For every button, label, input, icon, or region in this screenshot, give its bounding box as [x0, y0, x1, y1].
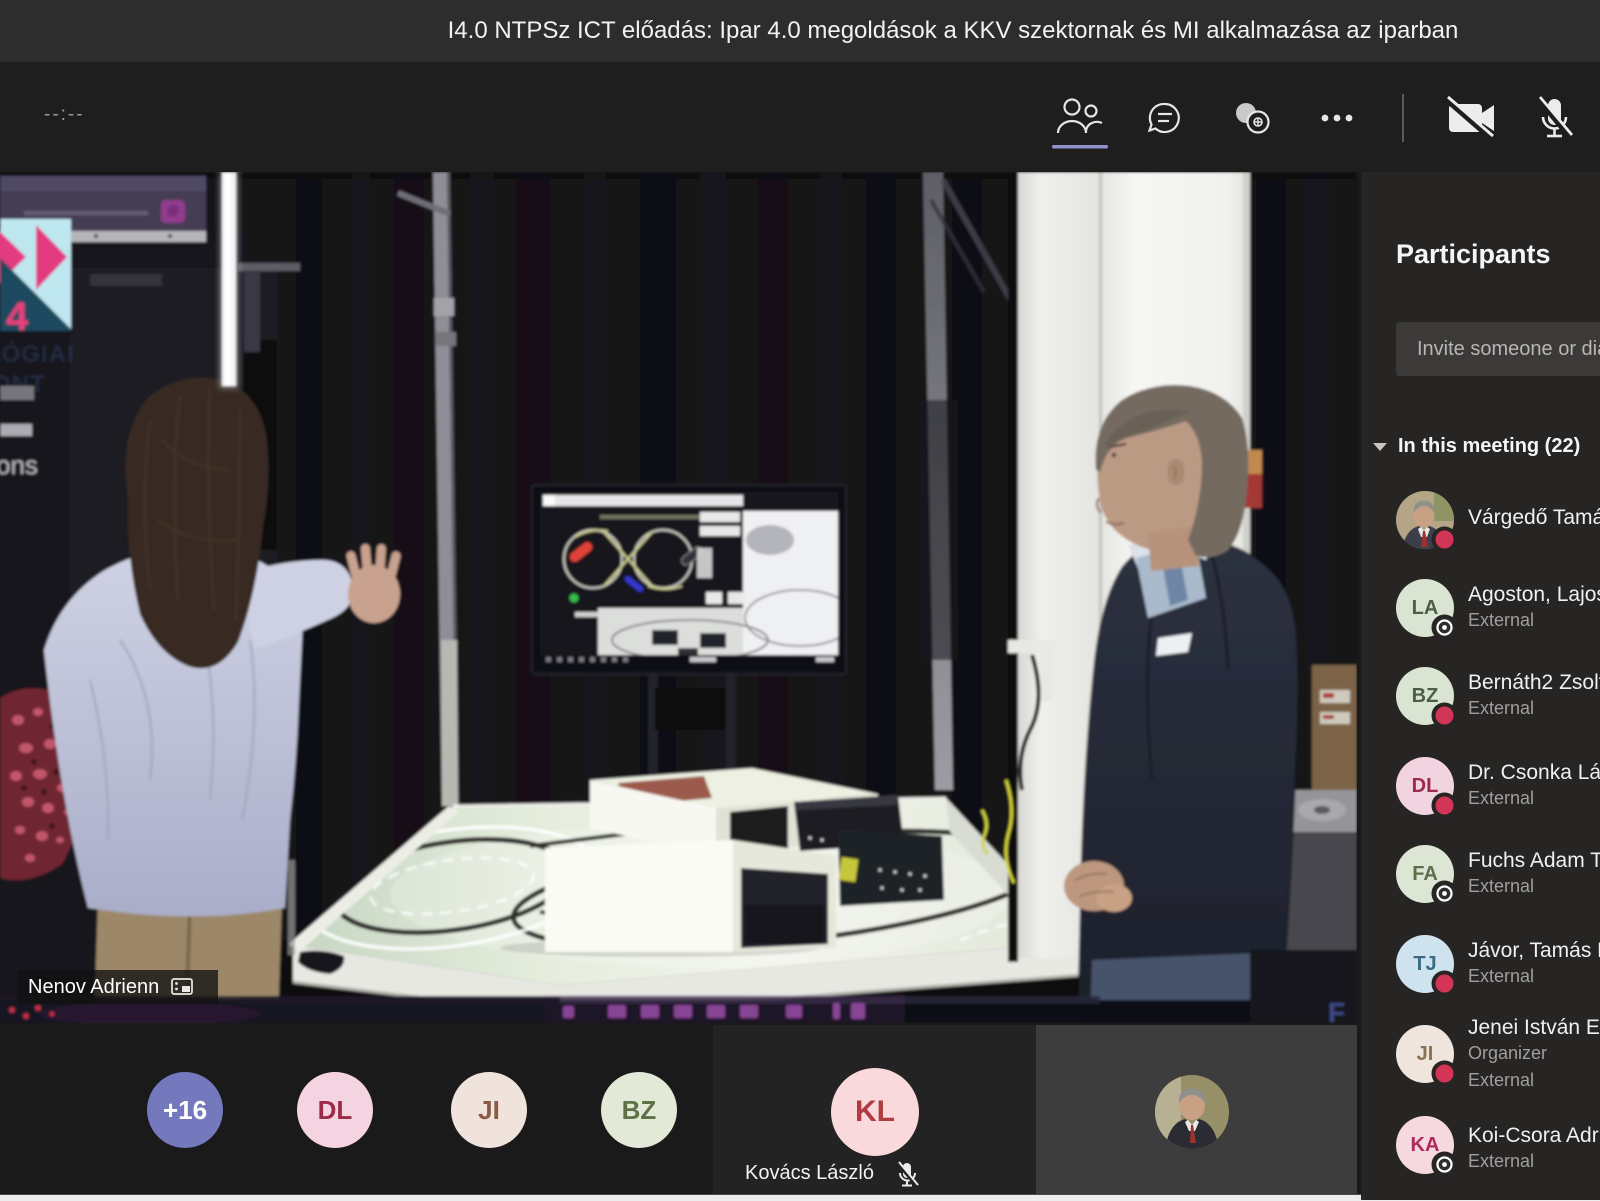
svg-text:4: 4 — [6, 295, 29, 339]
svg-text:NOLÓGIAI: NOLÓGIAI — [0, 340, 75, 368]
svg-text:ons: ons — [0, 450, 38, 480]
svg-text:F: F — [1328, 997, 1345, 1023]
